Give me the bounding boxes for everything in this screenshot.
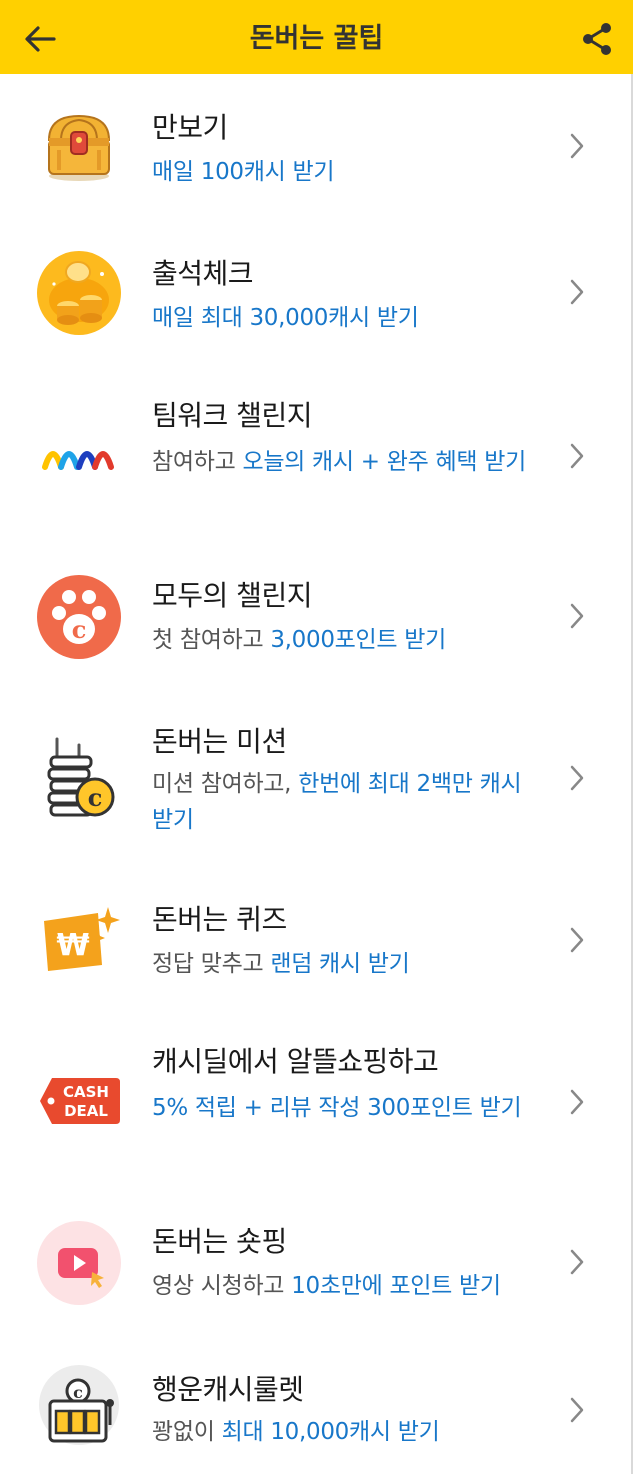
list-item-money-mission[interactable]: c 돈버는 미션 미션 참여하고, 한번에 최대 2백만 캐시 받기 [0, 690, 631, 868]
treasure-chest-icon [34, 102, 124, 192]
list-item-money-quiz[interactable]: ₩ 돈버는 퀴즈 정답 맞추고 랜덤 캐시 받기 [0, 868, 631, 1012]
list-item-everyone-challenge[interactable]: c 모두의 챌린지 첫 참여하고 3,000포인트 받기 [0, 544, 631, 690]
paw-coin-icon: c [34, 572, 124, 662]
gold-coins-icon [34, 248, 124, 338]
item-subtitle: 영상 시청하고 10초만에 포인트 받기 [152, 1268, 544, 1304]
item-title: 돈버는 미션 [152, 725, 287, 758]
svg-text:c: c [72, 615, 87, 644]
chevron-right-icon [565, 1242, 589, 1282]
subtitle-text: 꽝없이 [152, 1419, 222, 1445]
subtitle-highlight: 매일 최대 30,000캐시 받기 [152, 305, 419, 331]
chevron-right-icon [565, 126, 589, 166]
subtitle-highlight: 오늘의 캐시 + 완주 혜택 받기 [242, 449, 526, 475]
chevron-right-icon [565, 596, 589, 636]
item-title: 팀워크 챌린지 [152, 399, 312, 432]
subtitle-text: 첫 참여하고 [152, 627, 271, 653]
item-subtitle: 첫 참여하고 3,000포인트 받기 [152, 622, 544, 658]
item-subtitle: 미션 참여하고, 한번에 최대 2백만 캐시 받기 [152, 766, 544, 838]
svg-text:c: c [88, 783, 103, 812]
subtitle-highlight: 3,000포인트 받기 [270, 627, 446, 653]
svg-text:c: c [73, 1383, 83, 1402]
app-bar: 돈버는 꿀팁 [0, 0, 633, 74]
teamwork-m-icon [34, 410, 124, 500]
chevron-right-icon [565, 758, 589, 798]
page-title: 돈버는 꿀팁 [249, 23, 384, 54]
share-button[interactable] [575, 17, 619, 61]
subtitle-highlight: 5% 적립 + 리뷰 작성 300포인트 받기 [152, 1095, 522, 1121]
item-subtitle: 참여하고 오늘의 캐시 + 완주 혜택 받기 [152, 444, 544, 480]
subtitle-text: 참여하고 [152, 449, 243, 475]
chevron-right-icon [565, 1082, 589, 1122]
item-subtitle: 5% 적립 + 리뷰 작성 300포인트 받기 [152, 1090, 544, 1126]
won-quiz-icon: ₩ [34, 894, 124, 984]
chevron-right-icon [565, 920, 589, 960]
list-item-attendance[interactable]: 출석체크 매일 최대 30,000캐시 받기 [0, 220, 631, 366]
list-item-cash-deal[interactable]: CASH DEAL 캐시딜에서 알뜰쇼핑하고 5% 적립 + 리뷰 작성 300… [0, 1012, 631, 1192]
item-title: 행운캐시룰렛 [152, 1373, 304, 1406]
list-item-lucky-roulette[interactable]: c 행운캐시룰렛 꽝없이 최대 10,000캐시 받기 [0, 1338, 631, 1474]
subtitle-highlight: 매일 100캐시 받기 [152, 159, 335, 185]
share-icon [583, 23, 611, 55]
slot-machine-icon: c [34, 1362, 124, 1452]
item-title: 모두의 챌린지 [152, 579, 312, 612]
item-subtitle: 매일 최대 30,000캐시 받기 [152, 300, 544, 336]
item-title: 출석체크 [152, 257, 254, 290]
item-subtitle: 정답 맞추고 랜덤 캐시 받기 [152, 946, 544, 982]
subtitle-highlight: 최대 10,000캐시 받기 [221, 1419, 440, 1445]
item-title: 캐시딜에서 알뜰쇼핑하고 [152, 1045, 439, 1078]
svg-text:₩: ₩ [56, 928, 89, 963]
list-item-pedometer[interactable]: 만보기 매일 100캐시 받기 [0, 74, 631, 220]
chevron-right-icon [565, 1390, 589, 1430]
list-item-teamwork-challenge[interactable]: 팀워크 챌린지 참여하고 오늘의 캐시 + 완주 혜택 받기 [0, 366, 631, 544]
video-play-icon [34, 1218, 124, 1308]
subtitle-text: 미션 참여하고, [152, 771, 299, 797]
subtitle-text: 영상 시청하고 [152, 1273, 292, 1299]
subtitle-highlight: 랜덤 캐시 받기 [270, 951, 410, 977]
item-title: 만보기 [152, 111, 228, 144]
item-subtitle: 꽝없이 최대 10,000캐시 받기 [152, 1414, 544, 1450]
item-subtitle: 매일 100캐시 받기 [152, 154, 544, 190]
cash-deal-tag-icon: CASH DEAL [34, 1056, 124, 1146]
chevron-right-icon [565, 436, 589, 476]
item-title: 돈버는 퀴즈 [152, 903, 287, 936]
subtitle-text: 정답 맞추고 [152, 951, 271, 977]
item-title: 돈버는 숏핑 [152, 1225, 287, 1258]
cash-label: CASH [63, 1083, 109, 1101]
list-item-short-shopping[interactable]: 돈버는 숏핑 영상 시청하고 10초만에 포인트 받기 [0, 1192, 631, 1338]
subtitle-highlight: 10초만에 포인트 받기 [291, 1273, 501, 1299]
deal-label: DEAL [64, 1102, 108, 1120]
chevron-right-icon [565, 272, 589, 312]
coin-stack-icon: c [34, 732, 124, 822]
